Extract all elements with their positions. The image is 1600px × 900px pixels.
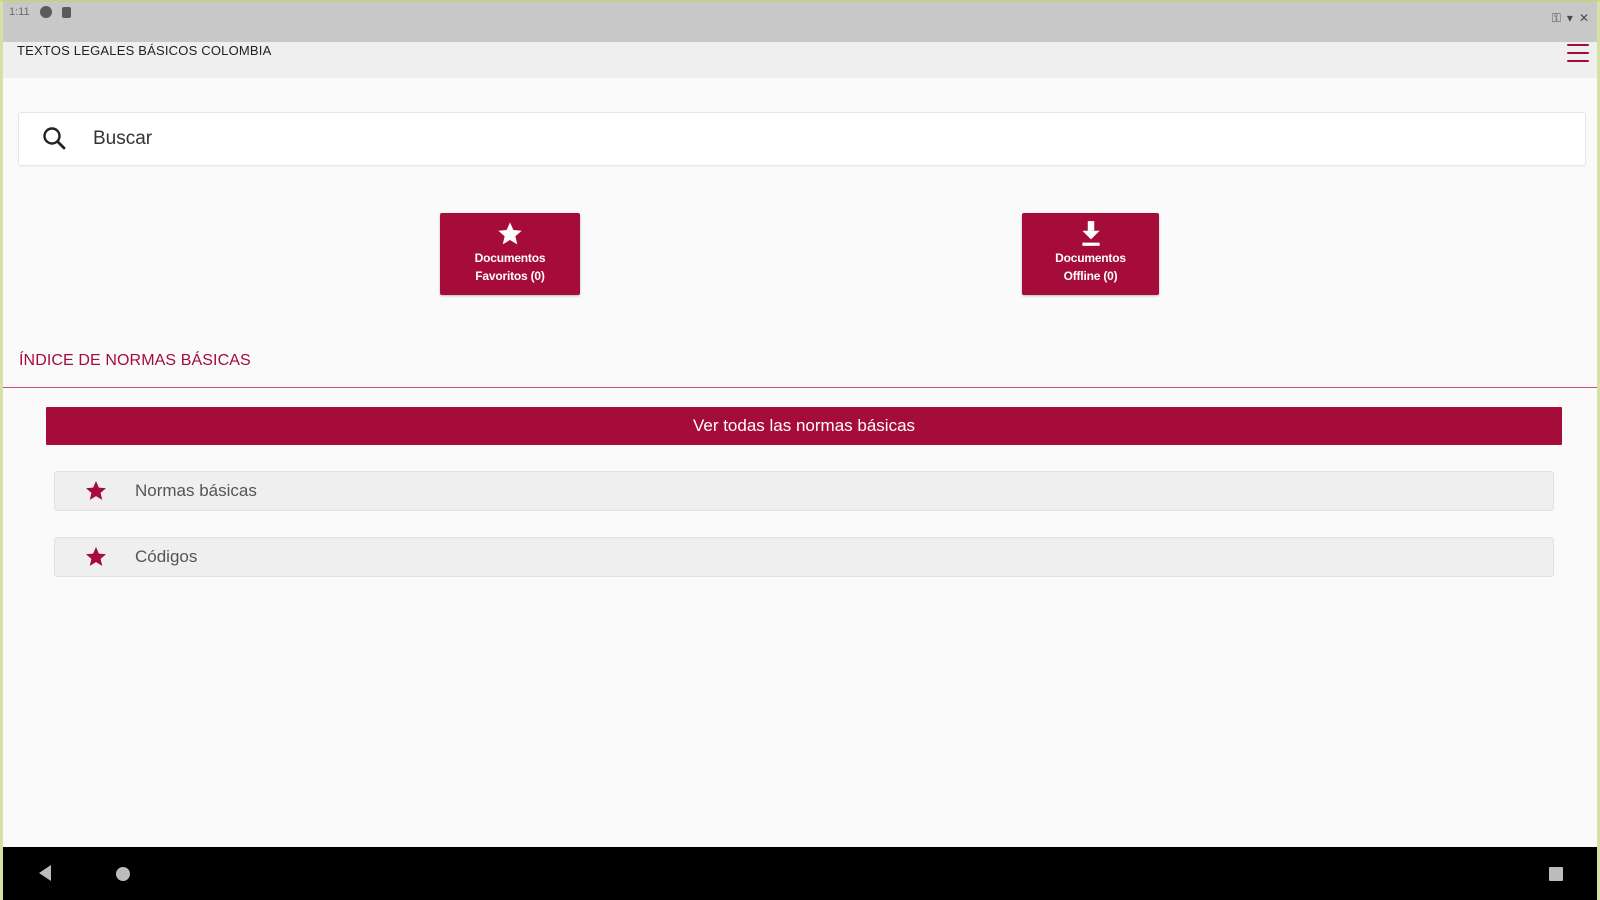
section-title: ÍNDICE DE NORMAS BÁSICAS xyxy=(19,352,251,369)
list-item-codigos[interactable]: Códigos xyxy=(54,537,1554,577)
view-all-norms-button[interactable]: Ver todas las normas básicas xyxy=(46,407,1562,445)
home-icon[interactable] xyxy=(116,867,130,881)
hamburger-menu-icon[interactable] xyxy=(1567,44,1589,62)
list-item-label: Normas básicas xyxy=(135,481,257,500)
favorite-button-label-1: Documentos xyxy=(474,251,546,265)
app-title: TEXTOS LEGALES BÁSICOS COLOMBIA xyxy=(17,43,272,58)
signal-off-icon: ✕ xyxy=(1578,11,1589,25)
sync-icon xyxy=(39,6,52,18)
download-icon xyxy=(1078,219,1104,249)
status-right: ⚿ ▾ ✕ xyxy=(1552,12,1589,24)
offline-button-label-1: Documentos xyxy=(1055,251,1126,265)
recents-icon[interactable] xyxy=(1549,867,1563,881)
wifi-icon: ▾ xyxy=(1566,11,1573,25)
favorite-button-label-2: Favoritos (0) xyxy=(475,269,545,283)
favorite-documents-button[interactable]: Documentos Favoritos (0) xyxy=(440,213,580,295)
sd-card-icon xyxy=(61,6,71,18)
list-item-normas-basicas[interactable]: Normas básicas xyxy=(54,471,1554,511)
star-icon xyxy=(496,219,524,249)
key-icon: ⚿ xyxy=(1551,11,1561,25)
app-bar: TEXTOS LEGALES BÁSICOS COLOMBIA xyxy=(3,42,1597,78)
search-icon xyxy=(39,123,71,155)
navigation-bar xyxy=(3,847,1597,900)
search-input[interactable] xyxy=(93,128,1493,150)
back-icon[interactable] xyxy=(39,865,51,881)
search-bar[interactable] xyxy=(18,112,1586,166)
list-item-label: Códigos xyxy=(135,547,198,566)
section-divider xyxy=(3,387,1597,388)
offline-button-label-2: Offline (0) xyxy=(1063,269,1118,283)
status-bar: 1:11 ⚿ ▾ ✕ xyxy=(3,2,1597,42)
offline-documents-button[interactable]: Documentos Offline (0) xyxy=(1022,213,1159,295)
star-icon xyxy=(83,479,109,503)
status-time: 1:11 xyxy=(9,6,30,18)
status-left: 1:11 xyxy=(9,6,71,18)
star-icon xyxy=(83,545,109,569)
